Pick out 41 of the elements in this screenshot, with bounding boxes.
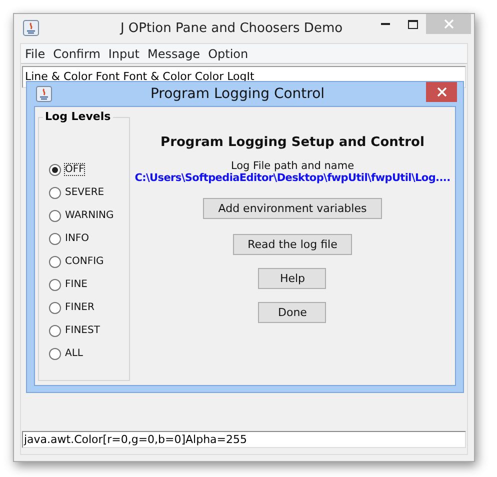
radio-button[interactable]: [49, 278, 61, 290]
menu-item[interactable]: Option: [208, 46, 248, 60]
radio-button[interactable]: [49, 256, 61, 268]
radio-label[interactable]: ALL: [65, 348, 83, 359]
menu-item[interactable]: File: [25, 46, 46, 60]
radio-label[interactable]: INFO: [65, 233, 90, 244]
radio-button[interactable]: [49, 232, 61, 244]
help-button[interactable]: Help: [258, 268, 326, 289]
dialog-title: Program Logging Control: [149, 86, 326, 102]
app-icon: [23, 20, 39, 36]
radio-button[interactable]: [49, 302, 61, 314]
group-title: Log Levels: [43, 110, 113, 123]
menu-item[interactable]: Message: [147, 46, 200, 60]
dialog-heading: Program Logging Setup and Control: [160, 135, 424, 150]
radio-button[interactable]: [49, 324, 61, 336]
radio-button[interactable]: [49, 186, 61, 198]
radio-label[interactable]: WARNING: [65, 210, 114, 221]
minimize-icon: [380, 23, 390, 25]
radio-label[interactable]: FINEST: [65, 325, 100, 336]
path-label: Log File path and name: [230, 160, 354, 172]
radio-label[interactable]: SEVERE: [65, 187, 104, 198]
radio-button[interactable]: [49, 164, 61, 176]
window-title: J OPtion Pane and Choosers Demo: [118, 21, 344, 36]
log-file-path: C:\Users\SoftpediaEditor\Desktop\fwpUtil\fwpUtil\Log....: [134, 172, 450, 184]
menu-item[interactable]: Input: [108, 46, 140, 60]
close-icon: [436, 87, 446, 97]
maximize-icon: [408, 20, 418, 28]
radio-label[interactable]: FINE: [65, 279, 88, 290]
close-icon: [444, 19, 454, 29]
radio-label[interactable]: FINER: [65, 302, 94, 313]
status-field[interactable]: java.awt.Color[r=0,g=0,b=0]Alpha=255: [22, 431, 466, 448]
menu-item[interactable]: Confirm: [53, 46, 100, 60]
close-button[interactable]: [426, 82, 457, 102]
environment-button[interactable]: Add environment variables: [203, 198, 382, 219]
radio-label[interactable]: OFF: [65, 164, 84, 175]
app-icon: [36, 86, 52, 102]
radio-label[interactable]: CONFIG: [65, 256, 104, 267]
radio-button[interactable]: [49, 210, 61, 222]
radio-button[interactable]: [49, 348, 61, 360]
done-button[interactable]: Done: [258, 302, 326, 323]
read-log-button[interactable]: Read the log file: [232, 234, 352, 255]
